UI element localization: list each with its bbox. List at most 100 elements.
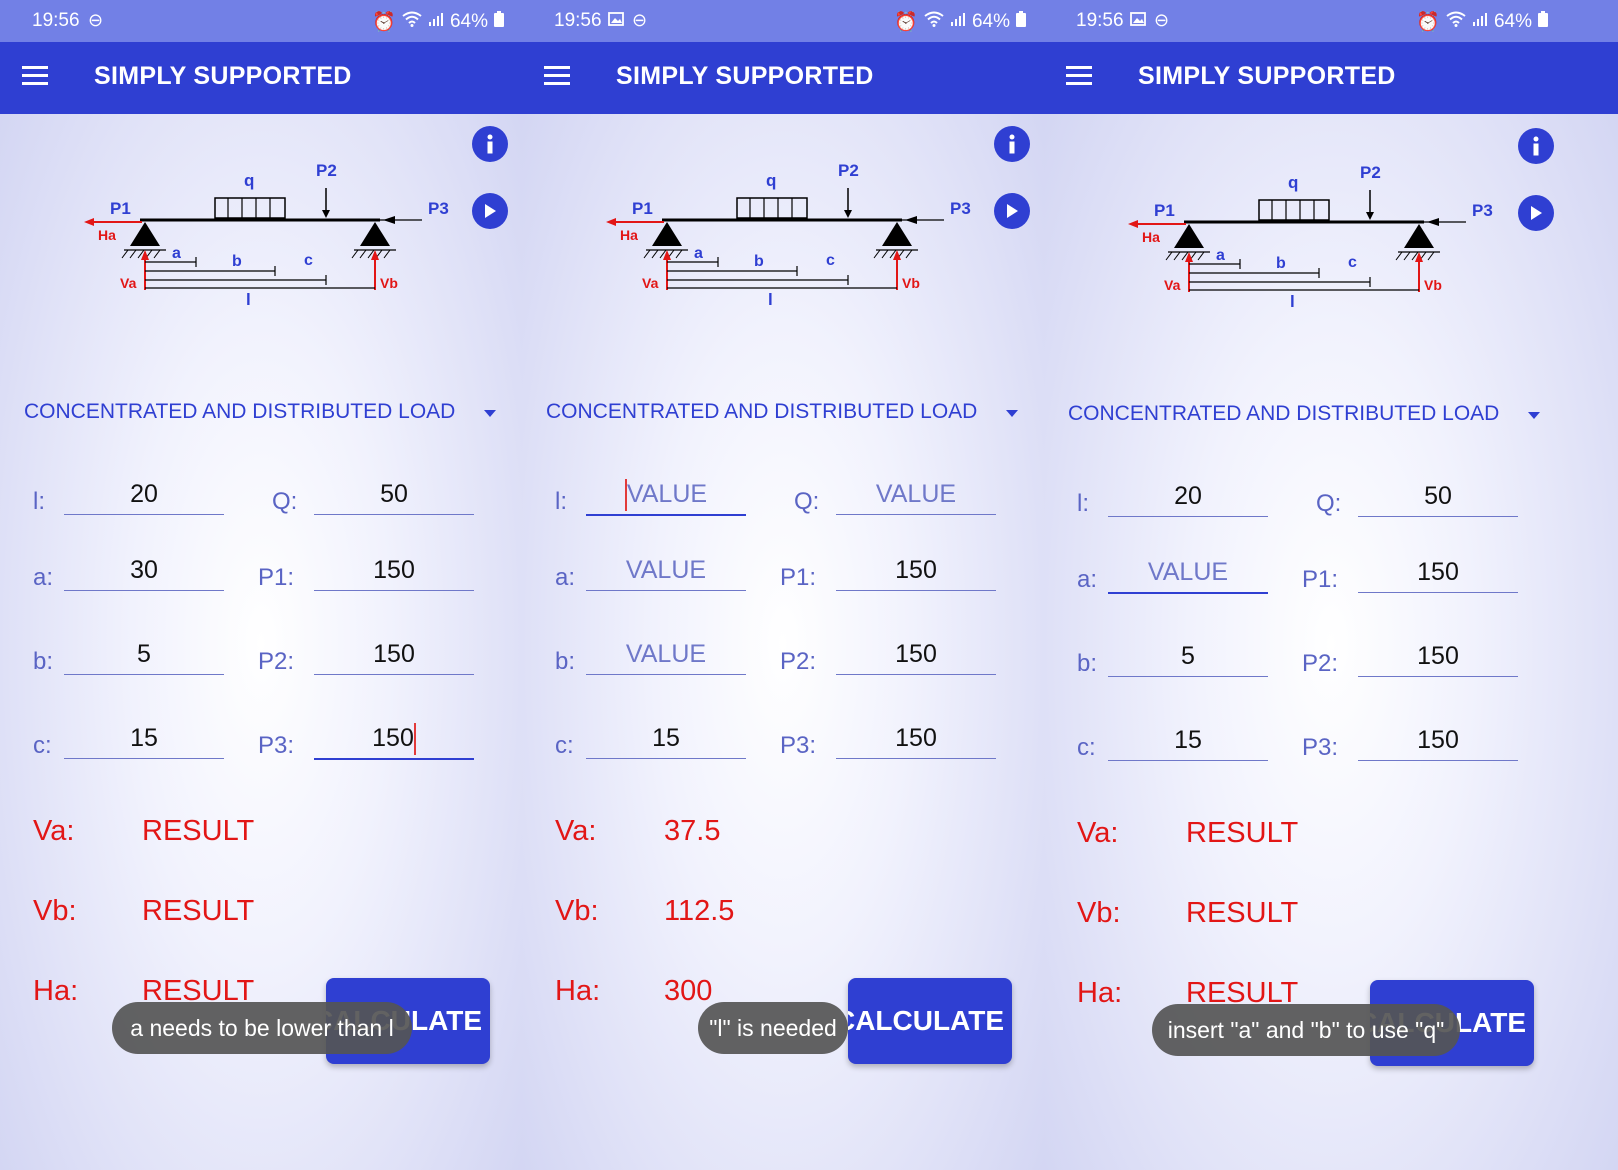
result-label-vb: Vb: [555, 895, 599, 927]
status-right: ⏰ 64% [894, 10, 1026, 34]
load-type-dropdown[interactable]: CONCENTRATED AND DISTRIBUTED LOAD [1068, 402, 1548, 436]
diagram-label-p2: P2 [316, 161, 337, 180]
diagram-label-ha: Ha [1142, 229, 1160, 245]
diagram-label-c: c [826, 252, 835, 269]
wifi-icon [1446, 11, 1466, 33]
diagram-label-b: b [754, 253, 764, 270]
diagram-label-q: q [244, 171, 254, 190]
diagram-label-ha: Ha [98, 227, 116, 243]
input-a[interactable]: 30 [64, 550, 224, 591]
result-ha: 300 [664, 975, 713, 1007]
result-label-va: Va: [33, 815, 75, 847]
input-p3[interactable]: 150 [836, 718, 996, 759]
input-c[interactable]: 15 [586, 718, 746, 759]
app-title: SIMPLY SUPPORTED [1138, 62, 1396, 90]
load-type-dropdown[interactable]: CONCENTRATED AND DISTRIBUTED LOAD [546, 400, 1026, 434]
app-title: SIMPLY SUPPORTED [616, 62, 874, 90]
status-time: 19:56 [554, 10, 602, 31]
input-p1[interactable]: 150 [1358, 552, 1518, 593]
diagram-label-va: Va [120, 275, 137, 291]
wifi-icon [402, 11, 422, 33]
signal-icon [1472, 11, 1488, 33]
diagram-label-a: a [694, 245, 703, 262]
toast-message: insert "a" and "b" to use "q" [1152, 1004, 1460, 1056]
result-label-vb: Vb: [33, 895, 77, 927]
result-vb: RESULT [1186, 897, 1299, 929]
result-vb: 112.5 [664, 895, 735, 927]
phone-screen-1: 19:56 ⊖ ⏰ 64% SIMPLY SUPPORTED P1 P2 P3 … [0, 0, 522, 1170]
diagram-label-ha: Ha [620, 227, 638, 243]
diagram-label-p1: P1 [110, 199, 131, 218]
input-c[interactable]: 15 [1108, 720, 1268, 761]
diagram-label-vb: Vb [380, 275, 398, 291]
menu-icon[interactable] [544, 66, 570, 86]
input-p2[interactable]: 150 [314, 634, 474, 675]
input-p3[interactable]: 150 [1358, 720, 1518, 761]
menu-icon[interactable] [22, 66, 48, 86]
label-p1: P1: [1302, 566, 1339, 593]
calculate-button[interactable]: CALCULATE [848, 978, 1012, 1064]
diagram-label-q: q [766, 171, 776, 190]
input-a[interactable]: VALUE [1108, 552, 1268, 594]
input-p2[interactable]: 150 [1358, 636, 1518, 677]
label-p3: P3: [780, 732, 817, 759]
input-l[interactable]: 20 [64, 474, 224, 515]
input-q-load[interactable]: 50 [1358, 476, 1518, 517]
diagram-label-va: Va [1164, 277, 1181, 293]
status-right: ⏰ 64% [1416, 10, 1548, 34]
diagram-label-q: q [1288, 173, 1298, 192]
label-a: a: [33, 564, 54, 591]
input-a[interactable]: VALUE [586, 550, 746, 591]
gallery-icon [608, 10, 624, 31]
diagram-label-p3: P3 [428, 199, 449, 218]
battery-icon [1538, 11, 1548, 33]
alarm-icon: ⏰ [372, 12, 396, 33]
menu-icon[interactable] [1066, 66, 1092, 86]
label-c: c: [33, 732, 52, 759]
status-bar: 19:56 ⊖ ⏰ 64% [522, 0, 1044, 42]
dropdown-arrow-icon [1006, 410, 1018, 417]
diagram-label-p3: P3 [950, 199, 971, 218]
input-q-load[interactable]: VALUE [836, 474, 996, 515]
input-b[interactable]: VALUE [586, 634, 746, 675]
result-vb: RESULT [142, 895, 255, 927]
input-p1[interactable]: 150 [836, 550, 996, 591]
input-l[interactable]: 20 [1108, 476, 1268, 517]
input-q-load[interactable]: 50 [314, 474, 474, 515]
label-p2: P2: [780, 648, 817, 675]
input-c[interactable]: 15 [64, 718, 224, 759]
beam-diagram: P1 P2 P3 q Ha Va Vb a b c l [84, 161, 449, 309]
gallery-icon [1130, 10, 1146, 31]
result-va: RESULT [1186, 817, 1299, 849]
label-b: b: [1077, 650, 1098, 677]
label-c: c: [555, 732, 574, 759]
label-q-load: Q: [272, 488, 298, 515]
result-label-va: Va: [1077, 817, 1119, 849]
label-p2: P2: [1302, 650, 1339, 677]
load-type-value: CONCENTRATED AND DISTRIBUTED LOAD [24, 400, 456, 423]
input-p3[interactable]: 150 [314, 718, 474, 760]
diagram-label-l: l [1290, 292, 1295, 311]
input-p1[interactable]: 150 [314, 550, 474, 591]
status-bar: 19:56 ⊖ ⏰ 64% [0, 0, 522, 42]
input-l[interactable]: VALUE [586, 474, 746, 516]
result-label-vb: Vb: [1077, 897, 1121, 929]
diagram-label-vb: Vb [902, 275, 920, 291]
input-b[interactable]: 5 [64, 634, 224, 675]
label-p3: P3: [1302, 734, 1339, 761]
diagram-label-c: c [1348, 254, 1357, 271]
diagram-label-p2: P2 [838, 161, 859, 180]
text-cursor [413, 723, 416, 756]
result-va: 37.5 [664, 815, 721, 847]
input-l-placeholder: VALUE [626, 480, 708, 508]
load-type-dropdown[interactable]: CONCENTRATED AND DISTRIBUTED LOAD [24, 400, 504, 434]
alarm-icon: ⏰ [894, 12, 918, 33]
battery-icon [494, 11, 504, 33]
input-p2[interactable]: 150 [836, 634, 996, 675]
diagram-label-l: l [246, 290, 251, 309]
diagram-label-p3: P3 [1472, 201, 1493, 220]
diagram-label-a: a [172, 245, 181, 262]
signal-icon [428, 11, 444, 33]
input-b[interactable]: 5 [1108, 636, 1268, 677]
diagram-label-b: b [1276, 255, 1286, 272]
